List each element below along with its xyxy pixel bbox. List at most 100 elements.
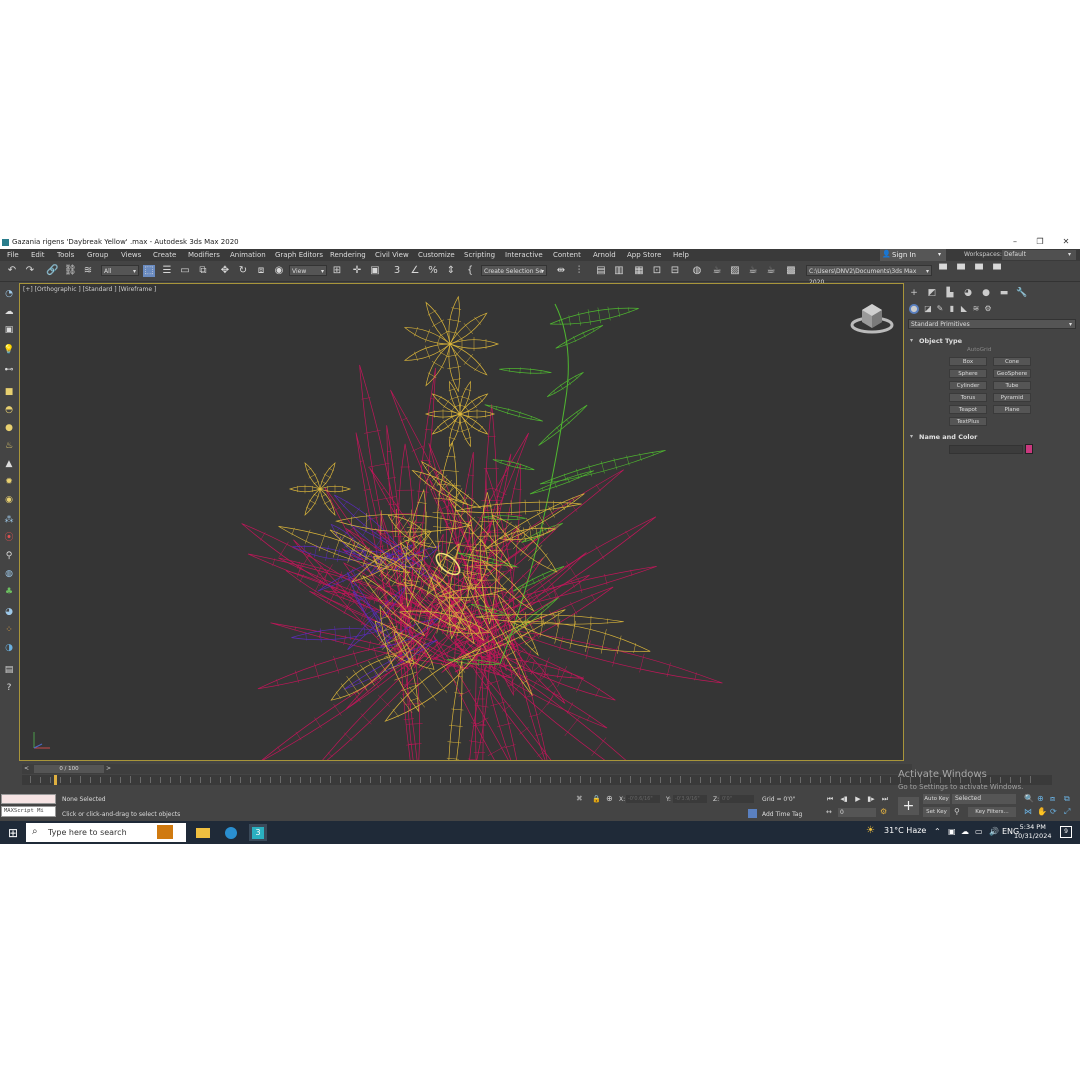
help-icon[interactable]: ? <box>3 682 15 694</box>
menu-content[interactable]: Content <box>553 251 581 259</box>
cylinder-button[interactable]: Cylinder <box>949 381 987 390</box>
menu-help[interactable]: Help <box>673 251 689 259</box>
close-button[interactable]: ✕ <box>1057 237 1075 248</box>
lights-icon[interactable]: ✎ <box>935 304 945 314</box>
modify-tab-icon[interactable]: ◩ <box>926 287 938 299</box>
plane-button[interactable]: Plane <box>993 405 1031 414</box>
select-manipulate-icon[interactable]: ✛ <box>351 265 363 277</box>
menu-customize[interactable]: Customize <box>418 251 455 259</box>
selection-filter-dropdown[interactable]: All <box>101 265 139 277</box>
orbit-icon[interactable]: ⟳ <box>1050 807 1057 816</box>
torus-button[interactable]: Torus <box>949 393 987 402</box>
material-editor-icon[interactable]: ◍ <box>691 265 703 277</box>
3dsmax-taskbar-icon[interactable]: 3 <box>249 824 267 841</box>
maximize-viewport-icon[interactable]: ⤢ <box>1064 807 1070 817</box>
menu-views[interactable]: Views <box>121 251 141 259</box>
graphite-icon[interactable]: ▣ <box>3 324 15 336</box>
pan-icon[interactable]: ✋ <box>1037 807 1047 816</box>
isolate-selection-icon[interactable]: ✖ <box>576 794 583 803</box>
edge-browser-icon[interactable] <box>222 824 240 841</box>
slider-next-icon[interactable]: > <box>106 765 111 772</box>
save-project-icon[interactable]: ▀ <box>973 265 985 277</box>
object-paint-icon[interactable]: ◔ <box>3 288 15 300</box>
key-filters-button[interactable]: Key Filters... <box>968 807 1016 817</box>
set-key-button[interactable]: Set Key <box>923 807 950 817</box>
snaps-toggle-icon[interactable]: 3 <box>391 265 403 277</box>
x-coordinate-field[interactable]: -0'0.6/16" <box>626 795 660 803</box>
object-name-field[interactable] <box>949 445 1023 454</box>
y-coordinate-field[interactable]: -0'3.9/16" <box>673 795 707 803</box>
scene-explorer-icon[interactable]: ▤ <box>595 265 607 277</box>
window-crossing-icon[interactable]: ⧉ <box>197 265 209 277</box>
spinner-snap-icon[interactable]: ⇕ <box>445 265 457 277</box>
curve-editor-icon[interactable]: ⊡ <box>651 265 663 277</box>
globe-icon[interactable]: ◍ <box>3 568 15 580</box>
zoom-extents-icon[interactable]: ⧈ <box>1050 794 1055 804</box>
hierarchy-tab-icon[interactable]: ▙ <box>944 287 956 299</box>
workspace-dropdown[interactable]: Default ▾ <box>1002 250 1076 260</box>
absolute-mode-icon[interactable]: ⊕ <box>606 794 613 803</box>
menu-civil-view[interactable]: Civil View <box>375 251 409 259</box>
volume-icon[interactable]: 🔊 <box>989 827 999 836</box>
time-configuration-icon[interactable]: ⚙ <box>880 807 887 816</box>
menu-animation[interactable]: Animation <box>230 251 266 259</box>
menu-graph-editors[interactable]: Graph Editors <box>275 251 323 259</box>
next-frame-icon[interactable]: ▮▸ <box>866 794 876 804</box>
tray-app-icon[interactable]: ▣ <box>948 827 956 836</box>
field-of-view-icon[interactable]: ⋈ <box>1024 807 1032 816</box>
create-tab-icon[interactable]: + <box>908 287 920 299</box>
select-by-name-icon[interactable]: ☰ <box>161 265 173 277</box>
menu-rendering[interactable]: Rendering <box>330 251 366 259</box>
motion-tab-icon[interactable]: ◕ <box>962 287 974 299</box>
key-mode-icon[interactable]: ⚲ <box>954 807 960 816</box>
render-in-cloud-icon[interactable]: ▩ <box>785 265 797 277</box>
maxscript-mini-listener[interactable]: MAXScript Mi <box>1 806 56 817</box>
rectangular-selection-icon[interactable]: ▭ <box>179 265 191 277</box>
sign-in-button[interactable]: 👤 Sign In ▾ <box>880 249 946 261</box>
menu-modifiers[interactable]: Modifiers <box>188 251 220 259</box>
geometry-icon[interactable]: ● <box>909 304 919 314</box>
menu-create[interactable]: Create <box>153 251 176 259</box>
zoom-all-icon[interactable]: ⊕ <box>1037 794 1044 803</box>
systems-icon[interactable]: ⚙ <box>983 304 993 314</box>
menu-app-store[interactable]: App Store <box>627 251 661 259</box>
particles-icon[interactable]: ⁂ <box>3 514 15 526</box>
angle-snap-icon[interactable]: ∠ <box>409 265 421 277</box>
menu-scripting[interactable]: Scripting <box>464 251 495 259</box>
maximize-button[interactable]: ❐ <box>1031 237 1049 248</box>
reference-coordinate-dropdown[interactable]: View <box>289 265 327 277</box>
name-and-color-rollout[interactable]: ▾ Name and Color <box>908 432 1074 442</box>
box-primitive-icon[interactable]: ■ <box>3 386 15 398</box>
menu-tools[interactable]: Tools <box>57 251 74 259</box>
windows-start-icon[interactable]: ⊞ <box>6 826 20 840</box>
slider-prev-icon[interactable]: < <box>24 765 29 772</box>
box-button[interactable]: Box <box>949 357 987 366</box>
color-palette-icon[interactable]: ⁘ <box>3 624 15 636</box>
biped-icon[interactable]: ⚲ <box>3 550 15 562</box>
show-hidden-icons[interactable]: ⌃ <box>934 827 941 836</box>
camera-icon[interactable]: ⊷ <box>3 364 15 376</box>
layer-explorer-icon[interactable]: ▥ <box>613 265 625 277</box>
align-icon[interactable]: ⫶ <box>573 265 585 277</box>
add-time-tag[interactable]: Add Time Tag <box>762 811 802 818</box>
keyboard-shortcut-icon[interactable]: ▣ <box>369 265 381 277</box>
wrench-icon[interactable]: 🔧 <box>1016 287 1028 299</box>
notifications-icon[interactable]: 9 <box>1060 826 1072 838</box>
open-project-icon[interactable]: ▀ <box>955 265 967 277</box>
category-dropdown[interactable]: Standard Primitives ▾ <box>908 319 1076 329</box>
rotate-icon[interactable]: ↻ <box>237 265 249 277</box>
scene-icon[interactable]: ◑ <box>3 642 15 654</box>
sphere-icon[interactable]: ● <box>3 422 15 434</box>
tube-button[interactable]: Tube <box>993 381 1031 390</box>
cameras-icon[interactable]: ▮ <box>947 304 957 314</box>
menu-arnold[interactable]: Arnold <box>593 251 616 259</box>
cone-button[interactable]: Cone <box>993 357 1031 366</box>
project-folder-icon[interactable]: ▀ <box>937 265 949 277</box>
current-frame-field[interactable]: 0 <box>838 808 876 817</box>
shapes-icon[interactable]: ◪ <box>923 304 933 314</box>
percent-snap-icon[interactable]: % <box>427 265 439 277</box>
unlink-icon[interactable]: ⛓ <box>64 265 77 277</box>
time-tag-icon[interactable] <box>748 809 757 818</box>
zoom-icon[interactable]: 🔍 <box>1024 794 1034 803</box>
bind-space-warp-icon[interactable]: ≋ <box>82 265 94 277</box>
